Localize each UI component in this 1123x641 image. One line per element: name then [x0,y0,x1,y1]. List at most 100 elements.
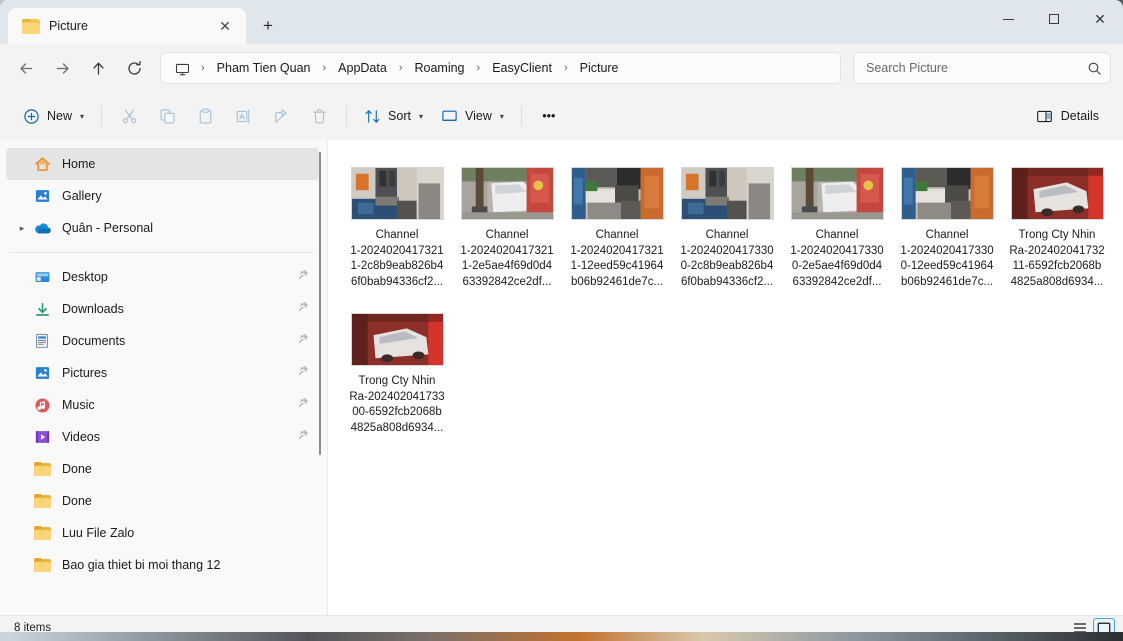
title-bar: Picture ✕ + ✕ [0,0,1123,44]
thumbnail [459,166,555,221]
file-item[interactable]: Channel 1-2024020417330 0-2e5ae4f69d0d4 … [782,162,892,294]
file-name: Channel 1-2024020417321 1-2e5ae4f69d0d4 … [460,229,554,288]
window-controls: ✕ [985,0,1123,38]
sidebar-scrollbar-thumb[interactable] [319,152,321,455]
refresh-button[interactable] [116,52,152,84]
sidebar-item-gallery[interactable]: ▸ Gallery [6,180,319,212]
cctv-shop-aisle-thumbnail [570,167,664,220]
chevron-down-icon: ▾ [499,111,504,121]
file-name: Trong Cty Nhin Ra-202402041733 00-6592fc… [349,375,445,434]
sidebar-item-bao-gia-thiet-bi[interactable]: ▸ Bao gia thiet bi moi thang 12 [6,549,319,581]
forward-button[interactable] [44,52,80,84]
tiles-view-toggle[interactable] [1093,618,1115,632]
more-options-button[interactable]: ••• [530,100,568,132]
folder-icon [32,460,52,478]
details-pane-button[interactable]: Details [1026,100,1109,132]
file-item[interactable]: Channel 1-2024020417330 0-12eed59c41964 … [892,162,1002,294]
sort-button-label: Sort [388,109,411,123]
divider [346,106,348,126]
file-item[interactable]: Channel 1-2024020417330 0-2c8b9eab826b4 … [672,162,782,294]
breadcrumb-item-3[interactable]: EasyClient [485,58,559,78]
share-button[interactable] [262,100,300,132]
tab-title: Picture [49,19,88,33]
desktop-icon [32,268,52,286]
this-pc-icon[interactable] [171,60,196,77]
chevron-right-icon[interactable]: ▸ [12,223,32,234]
search-input[interactable] [866,61,1087,75]
delete-button[interactable] [300,100,338,132]
sidebar-item-downloads[interactable]: ▸ Downloads [6,293,319,325]
file-item[interactable]: Channel 1-2024020417321 1-12eed59c41964 … [562,162,672,294]
sidebar-item-home[interactable]: ▸ Home [6,148,319,180]
back-button[interactable] [8,52,44,84]
address-bar: › Pham Tien Quan › AppData › Roaming › E… [0,44,1123,92]
rename-button[interactable] [224,100,262,132]
details-button-label: Details [1060,109,1099,123]
close-window-button[interactable]: ✕ [1077,0,1123,38]
new-tab-button[interactable]: + [252,10,284,42]
new-button[interactable]: New ▾ [14,100,93,132]
sidebar-item-luu-file-zalo[interactable]: ▸ Luu File Zalo [6,517,319,549]
music-icon [32,396,52,414]
explorer-body: ▸ Home ▸ Gallery ▸ Quân - Personal [0,140,1123,615]
sidebar-item-onedrive-personal[interactable]: ▸ Quân - Personal [6,212,319,244]
breadcrumb-item-1[interactable]: AppData [331,58,394,78]
tab-strip: Picture ✕ + [0,0,284,44]
sort-button[interactable]: Sort ▾ [355,100,432,132]
list-view-toggle[interactable] [1069,618,1091,632]
paste-button[interactable] [186,100,224,132]
breadcrumb-separator: › [563,62,568,74]
up-button[interactable] [80,52,116,84]
file-item[interactable]: Channel 1-2024020417321 1-2c8b9eab826b4 … [342,162,452,294]
sidebar-item-music[interactable]: ▸ Music [6,389,319,421]
videos-icon [32,428,52,446]
file-item[interactable]: Trong Cty Nhin Ra-202402041732 11-6592fc… [1002,162,1112,294]
thumbnail [789,166,885,221]
file-explorer-window: Picture ✕ + ✕ › Pham Tien Quan › AppData… [0,0,1123,632]
sidebar-item-label: Home [62,157,96,171]
breadcrumb-separator: › [398,62,403,74]
thumbnail [349,166,445,221]
pin-icon[interactable] [297,396,311,414]
sidebar-item-label: Pictures [62,366,108,380]
divider [520,106,522,126]
close-tab-icon[interactable]: ✕ [212,13,238,39]
cctv-shop-aisle-thumbnail [900,167,994,220]
file-grid: Channel 1-2024020417321 1-2c8b9eab826b4 … [342,162,1123,454]
file-list-pane[interactable]: Channel 1-2024020417321 1-2c8b9eab826b4 … [328,140,1123,615]
pin-icon[interactable] [297,364,311,382]
onedrive-icon [32,219,52,237]
sidebar-item-label: Quân - Personal [62,221,154,235]
chevron-down-icon: ▾ [418,111,423,121]
cut-button[interactable] [110,100,148,132]
view-button[interactable]: View ▾ [432,100,513,132]
file-item[interactable]: Channel 1-2024020417321 1-2e5ae4f69d0d4 … [452,162,562,294]
copy-button[interactable] [148,100,186,132]
pin-icon[interactable] [297,268,311,286]
sidebar-item-label: Documents [62,334,126,348]
sidebar-item-done-2[interactable]: ▸ Done [6,485,319,517]
sidebar-item-desktop[interactable]: ▸ Desktop [6,261,319,293]
sidebar-item-documents[interactable]: ▸ Documents [6,325,319,357]
maximize-button[interactable] [1031,0,1077,38]
pin-icon[interactable] [297,428,311,446]
breadcrumb[interactable]: › Pham Tien Quan › AppData › Roaming › E… [160,52,841,84]
breadcrumb-item-0[interactable]: Pham Tien Quan [210,58,318,78]
tab-picture[interactable]: Picture ✕ [8,8,246,44]
pin-icon[interactable] [297,332,311,350]
documents-icon [32,332,52,350]
breadcrumb-item-4[interactable]: Picture [573,58,626,78]
sidebar-item-videos[interactable]: ▸ Videos [6,421,319,453]
file-name: Channel 1-2024020417330 0-2c8b9eab826b4 … [680,229,774,288]
search-icon[interactable] [1087,61,1102,76]
minimize-button[interactable] [985,0,1031,38]
file-item[interactable]: Trong Cty Nhin Ra-202402041733 00-6592fc… [342,308,452,440]
sidebar-item-label: Gallery [62,189,102,203]
sidebar-item-done-1[interactable]: ▸ Done [6,453,319,485]
search-box[interactable] [853,52,1111,84]
file-name: Channel 1-2024020417330 0-12eed59c41964 … [900,229,994,288]
sidebar-scrollbar[interactable] [315,150,325,605]
pin-icon[interactable] [297,300,311,318]
breadcrumb-item-2[interactable]: Roaming [407,58,471,78]
sidebar-item-pictures[interactable]: ▸ Pictures [6,357,319,389]
